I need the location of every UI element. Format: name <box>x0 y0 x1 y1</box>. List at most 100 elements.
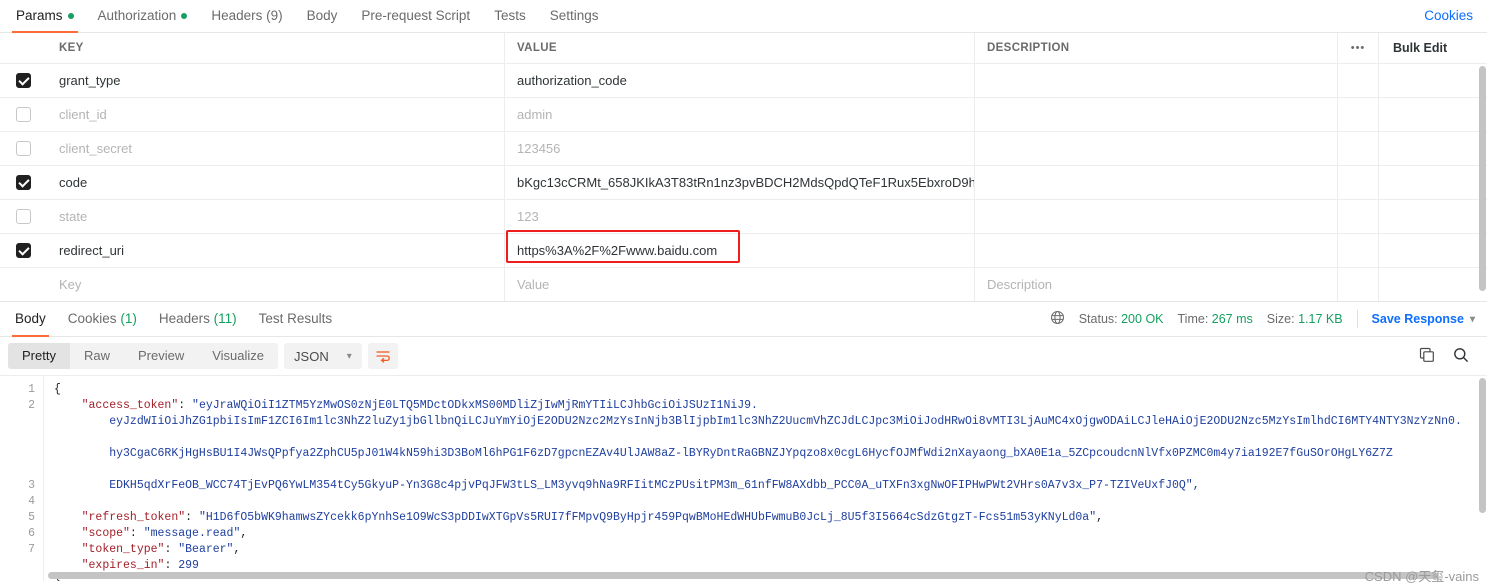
row-trailing-cell <box>1379 64 1487 97</box>
json-comma: , <box>1096 511 1104 524</box>
row-value-cell[interactable]: 123 <box>505 200 975 233</box>
format-preview-label: Preview <box>137 348 185 363</box>
row-value-cell[interactable]: bKgc13cCRMt_658JKIkA3T83tRn1nz3pvBDCH2Md… <box>505 166 975 199</box>
new-key-input[interactable]: Key <box>47 268 505 301</box>
cookies-link[interactable]: Cookies <box>1424 0 1473 32</box>
json-value-expires-in: 299 <box>178 559 199 572</box>
row-description-cell[interactable] <box>975 64 1338 97</box>
params-options-button[interactable]: ••• <box>1338 33 1379 63</box>
row-key-cell[interactable]: redirect_uri <box>47 234 505 267</box>
watermark: CSDN @天玺-vains <box>1364 569 1479 584</box>
response-tab-test-results-label: Test Results <box>258 311 333 326</box>
row-value-cell[interactable]: authorization_code <box>505 64 975 97</box>
row-description-cell[interactable] <box>975 98 1338 131</box>
wrap-lines-button[interactable] <box>367 343 398 369</box>
new-value-input[interactable]: Value <box>505 268 975 301</box>
format-raw-button[interactable]: Raw <box>70 343 124 369</box>
row-description-cell[interactable] <box>975 166 1338 199</box>
row-trailing-cell <box>1379 166 1487 199</box>
row-trailing-cell <box>1379 268 1487 301</box>
json-token-segment-2: eyJzdWIiOiJhZG1pbiIsImF1ZCI6Im1lc3NhZ2lu… <box>109 415 1462 428</box>
tab-tests[interactable]: Tests <box>482 0 538 32</box>
row-checkbox-cell <box>0 200 47 233</box>
format-raw-label: Raw <box>83 348 110 363</box>
json-token-segment-1: eyJraWQiOiI1ZTM5YzMwOS0zNjE0LTQ5MDctODkx… <box>198 399 758 412</box>
row-key-text: redirect_uri <box>59 243 125 258</box>
format-pretty-button[interactable]: Pretty <box>8 343 70 369</box>
row-value-cell[interactable]: admin <box>505 98 975 131</box>
row-checkbox[interactable] <box>16 209 31 224</box>
row-key-cell[interactable]: state <box>47 200 505 233</box>
time-info: Time: 267 ms <box>1178 312 1253 326</box>
tab-settings[interactable]: Settings <box>538 0 611 32</box>
tab-pre-request-script-label: Pre-request Script <box>361 8 471 23</box>
row-description-cell[interactable] <box>975 132 1338 165</box>
response-tab-cookies[interactable]: Cookies (1) <box>57 302 148 336</box>
tab-headers[interactable]: Headers (9) <box>199 0 294 32</box>
header-checkbox-cell <box>0 33 47 63</box>
language-select-value: JSON <box>294 348 329 364</box>
response-tab-cookies-count: (1) <box>120 311 137 326</box>
row-key-cell[interactable]: client_id <box>47 98 505 131</box>
row-description-cell[interactable] <box>975 234 1338 267</box>
line-number: 3 <box>28 479 35 492</box>
json-key-access-token: "access_token" <box>81 399 179 412</box>
row-key-text: client_id <box>59 107 107 122</box>
row-options-cell <box>1338 98 1379 131</box>
row-checkbox[interactable] <box>16 141 31 156</box>
tab-pre-request-script[interactable]: Pre-request Script <box>349 0 482 32</box>
format-pretty-label: Pretty <box>22 348 56 363</box>
format-visualize-button[interactable]: Visualize <box>198 343 278 369</box>
time-label: Time: <box>1177 312 1209 326</box>
row-checkbox[interactable] <box>16 243 31 258</box>
response-tab-body[interactable]: Body <box>4 302 57 337</box>
size-label: Size: <box>1266 312 1295 326</box>
format-preview-button[interactable]: Preview <box>124 343 198 369</box>
new-description-input[interactable]: Description <box>975 268 1338 301</box>
tab-headers-label: Headers (9) <box>211 8 283 23</box>
tab-body[interactable]: Body <box>295 0 350 32</box>
tab-authorization[interactable]: Authorization <box>86 0 200 32</box>
response-tab-headers[interactable]: Headers (11) <box>148 302 248 336</box>
new-description-placeholder: Description <box>987 277 1053 292</box>
tab-params[interactable]: Params <box>4 0 86 33</box>
row-key-cell[interactable]: grant_type <box>47 64 505 97</box>
row-value-cell-highlighted[interactable]: https%3A%2F%2Fwww.baidu.com <box>505 234 975 267</box>
response-meta: Status: 200 OK Time: 267 ms Size: 1.17 K… <box>1050 302 1475 336</box>
response-body-viewer[interactable]: 1 2 3 4 5 6 7 { "access_token": "eyJraWQ… <box>0 375 1487 581</box>
row-value-text: admin <box>517 107 553 122</box>
bulk-edit-button[interactable]: Bulk Edit <box>1379 33 1487 63</box>
row-key-cell[interactable]: code <box>47 166 505 199</box>
code-vertical-scrollbar[interactable] <box>1479 378 1486 513</box>
json-key-expires-in: "expires_in" <box>81 559 165 572</box>
row-description-cell[interactable] <box>975 200 1338 233</box>
language-select[interactable]: JSON ▾ <box>284 343 362 369</box>
row-checkbox[interactable] <box>16 107 31 122</box>
column-header-key: KEY <box>47 33 505 63</box>
row-options-cell <box>1338 268 1379 301</box>
params-scrollbar[interactable] <box>1479 66 1486 291</box>
row-key-cell[interactable]: client_secret <box>47 132 505 165</box>
row-value-text: https%3A%2F%2Fwww.baidu.com <box>517 243 718 258</box>
status-dot-icon <box>67 13 74 19</box>
table-row: redirect_uri https%3A%2F%2Fwww.baidu.com <box>0 234 1487 268</box>
table-row: grant_type authorization_code <box>0 64 1487 98</box>
copy-icon[interactable] <box>1419 347 1435 366</box>
tab-settings-label: Settings <box>549 8 599 23</box>
row-options-cell <box>1338 64 1379 97</box>
row-checkbox[interactable] <box>16 175 31 190</box>
format-segmented-control: Pretty Raw Preview Visualize <box>8 343 279 369</box>
code-horizontal-scrollbar[interactable] <box>48 572 1438 579</box>
response-tab-cookies-label: Cookies <box>67 311 117 326</box>
row-options-cell <box>1338 132 1379 165</box>
row-value-cell[interactable]: 123456 <box>505 132 975 165</box>
save-response-button[interactable]: Save Response ▾ <box>1356 310 1475 328</box>
params-table: KEY VALUE DESCRIPTION ••• Bulk Edit gran… <box>0 33 1487 302</box>
json-value-scope: "message.read" <box>143 527 241 540</box>
row-checkbox[interactable] <box>16 73 31 88</box>
json-code[interactable]: { "access_token": "eyJraWQiOiI1ZTM5YzMwO… <box>44 376 1487 581</box>
search-icon[interactable] <box>1453 347 1469 366</box>
row-checkbox-cell <box>0 64 47 97</box>
response-tab-test-results[interactable]: Test Results <box>248 302 344 336</box>
globe-icon <box>1050 310 1065 328</box>
